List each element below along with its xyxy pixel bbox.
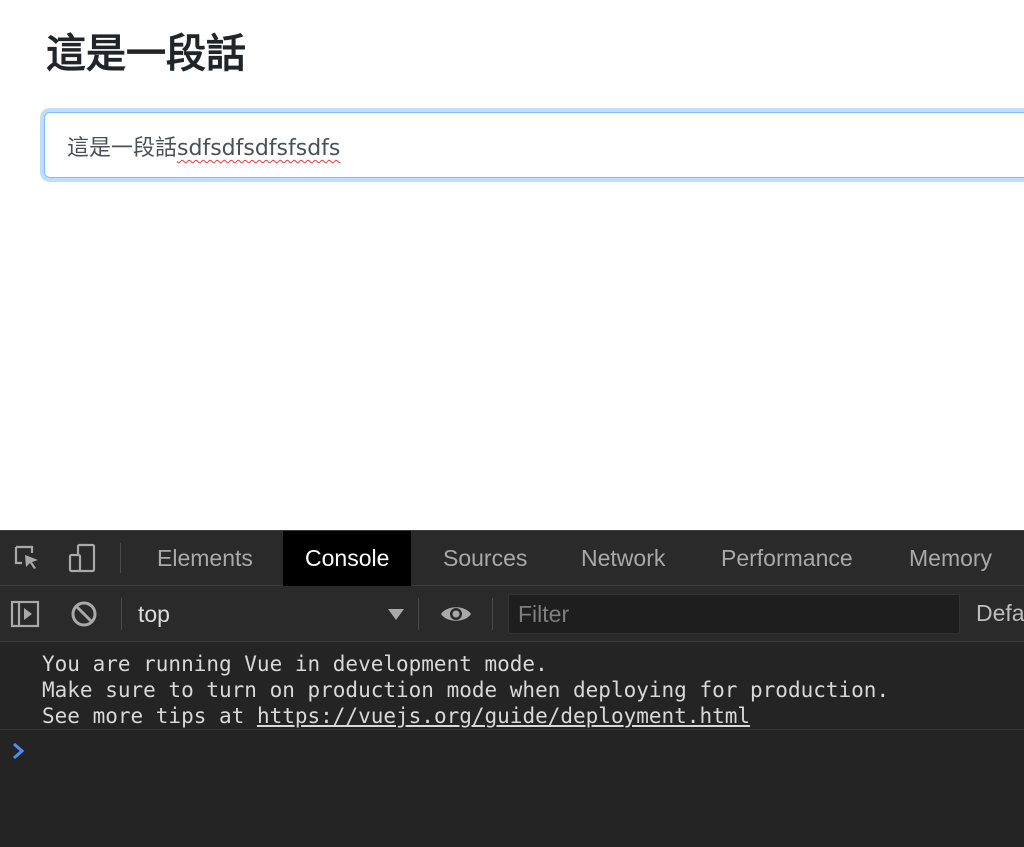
console-message-text: See more tips at [42, 704, 257, 728]
sidebar-toggle-icon[interactable] [8, 597, 42, 631]
tab-performance[interactable]: Performance [699, 531, 875, 586]
tab-network[interactable]: Network [559, 531, 687, 586]
console-message-line: See more tips at https://vuejs.org/guide… [42, 704, 750, 728]
filter-placeholder: Filter [518, 601, 570, 627]
text-input[interactable]: 這是一段話sdfsdfsdfsfsdfs [44, 112, 1024, 178]
prompt-chevron-icon[interactable] [11, 741, 27, 761]
clear-console-icon[interactable] [67, 597, 101, 631]
page-heading: 這是一段話 [46, 31, 246, 77]
dropdown-arrow-icon [388, 609, 404, 620]
tab-console[interactable]: Console [283, 531, 412, 586]
tab-memory[interactable]: Memory [887, 531, 1014, 586]
web-page: 這是一段話 這是一段話sdfsdfsdfsfsdfs [0, 0, 1024, 530]
tab-elements[interactable]: Elements [135, 531, 275, 586]
tabbar-divider [120, 543, 121, 573]
context-label: top [138, 601, 170, 627]
devtools-panel: Elements Console Sources Network Perform… [0, 530, 1024, 847]
console-toolbar: top Filter Defa [0, 586, 1024, 642]
filter-input[interactable]: Filter [508, 594, 960, 634]
inspect-element-icon[interactable] [10, 541, 44, 575]
text-input-value-misspelled: sdfsdfsdfsfsdfs [177, 136, 341, 161]
toolbar-divider [492, 598, 493, 630]
deployment-guide-link[interactable]: https://vuejs.org/guide/deployment.html [257, 704, 750, 728]
eye-icon[interactable] [439, 597, 473, 631]
devtools-tabbar: Elements Console Sources Network Perform… [0, 530, 1024, 586]
log-levels-dropdown[interactable]: Defa [976, 600, 1024, 627]
context-selector[interactable]: top [138, 598, 404, 630]
device-toolbar-icon[interactable] [65, 541, 99, 575]
toolbar-divider [418, 598, 419, 630]
tab-sources[interactable]: Sources [421, 531, 549, 586]
toolbar-divider [121, 598, 122, 630]
console-message-line: Make sure to turn on production mode whe… [42, 678, 890, 702]
console-message: You are running Vue in development mode.… [0, 642, 1024, 730]
text-input-value-cjk: 這是一段話 [67, 136, 178, 161]
console-message-line: You are running Vue in development mode. [42, 652, 548, 676]
console-output: You are running Vue in development mode.… [0, 642, 1024, 847]
text-input-value: 這是一段話sdfsdfsdfsfsdfs [67, 130, 340, 162]
